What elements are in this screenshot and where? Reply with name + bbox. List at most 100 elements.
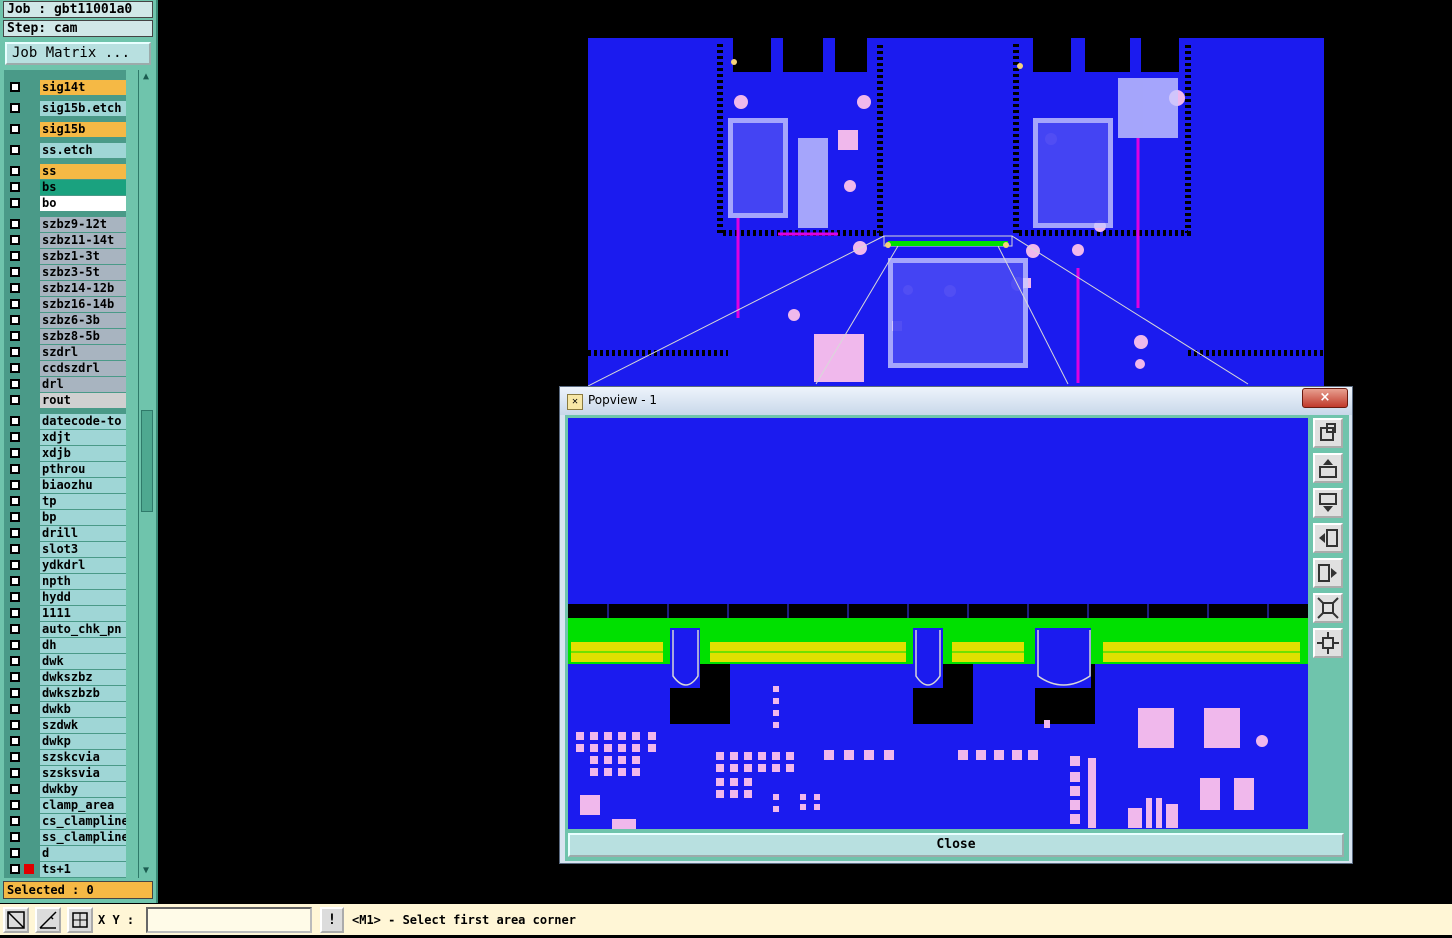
layer-row[interactable]: sig15b.etch bbox=[4, 101, 126, 117]
pan-up-icon[interactable] bbox=[1313, 453, 1343, 483]
layer-name[interactable]: ss.etch bbox=[40, 143, 126, 158]
layer-row[interactable]: dwkb bbox=[4, 702, 126, 718]
layer-name[interactable]: dwkszbz bbox=[40, 670, 126, 685]
layer-checkbox[interactable] bbox=[10, 576, 20, 586]
scroll-thumb[interactable] bbox=[141, 410, 153, 512]
layer-row[interactable]: datecode-to bbox=[4, 414, 126, 430]
layer-checkbox[interactable] bbox=[10, 496, 20, 506]
layer-checkbox[interactable] bbox=[10, 283, 20, 293]
layer-checkbox[interactable] bbox=[10, 198, 20, 208]
layer-checkbox[interactable] bbox=[10, 624, 20, 634]
layer-row[interactable]: ts+1 bbox=[4, 862, 126, 878]
layer-checkbox[interactable] bbox=[10, 395, 20, 405]
layer-row[interactable]: dwkszbz bbox=[4, 670, 126, 686]
layer-name[interactable]: pthrou bbox=[40, 462, 126, 477]
layer-name[interactable]: dwk bbox=[40, 654, 126, 669]
grid-icon[interactable] bbox=[67, 907, 93, 933]
layer-name[interactable]: szbz16-14b bbox=[40, 297, 126, 312]
layer-row[interactable]: dwkp bbox=[4, 734, 126, 750]
layer-name[interactable]: ts+1 bbox=[40, 862, 126, 877]
zoom-in-icon[interactable] bbox=[1313, 418, 1343, 448]
layer-name[interactable]: szsksvia bbox=[40, 766, 126, 781]
measure-icon[interactable] bbox=[35, 907, 61, 933]
layer-name[interactable]: ccdszdrl bbox=[40, 361, 126, 376]
layer-name[interactable]: ydkdrl bbox=[40, 558, 126, 573]
layer-checkbox[interactable] bbox=[10, 752, 20, 762]
layer-row[interactable]: dwkby bbox=[4, 782, 126, 798]
layer-row[interactable]: dwk bbox=[4, 654, 126, 670]
layer-row[interactable]: ccdszdrl bbox=[4, 361, 126, 377]
layer-checkbox[interactable] bbox=[10, 267, 20, 277]
layer-name[interactable]: sig15b.etch bbox=[40, 101, 126, 116]
layer-row[interactable]: dwkszbzb bbox=[4, 686, 126, 702]
layer-name[interactable]: drill bbox=[40, 526, 126, 541]
layer-name[interactable]: szbz8-5b bbox=[40, 329, 126, 344]
layer-row[interactable]: szbz1-3t bbox=[4, 249, 126, 265]
layer-checkbox[interactable] bbox=[10, 363, 20, 373]
layer-checkbox[interactable] bbox=[10, 347, 20, 357]
layer-name[interactable]: tp bbox=[40, 494, 126, 509]
layer-list-scrollbar[interactable]: ▲ ▼ bbox=[138, 70, 153, 878]
layer-checkbox[interactable] bbox=[10, 608, 20, 618]
layer-name[interactable]: rout bbox=[40, 393, 126, 408]
layer-name[interactable]: szbz3-5t bbox=[40, 265, 126, 280]
layer-checkbox[interactable] bbox=[10, 145, 20, 155]
popview-canvas[interactable] bbox=[568, 418, 1308, 829]
layer-checkbox[interactable] bbox=[10, 124, 20, 134]
layer-row[interactable]: szbz8-5b bbox=[4, 329, 126, 345]
layer-row[interactable]: tp bbox=[4, 494, 126, 510]
xy-input[interactable] bbox=[146, 907, 312, 933]
layer-row[interactable]: szbz9-12t bbox=[4, 217, 126, 233]
layer-checkbox[interactable] bbox=[10, 768, 20, 778]
layer-checkbox[interactable] bbox=[10, 235, 20, 245]
layer-row[interactable]: szbz6-3b bbox=[4, 313, 126, 329]
layer-name[interactable]: dwkp bbox=[40, 734, 126, 749]
layer-row[interactable]: szbz16-14b bbox=[4, 297, 126, 313]
layer-checkbox[interactable] bbox=[10, 182, 20, 192]
popview-titlebar[interactable]: ✕ Popview - 1 × bbox=[560, 387, 1352, 415]
layer-name[interactable]: sig14t bbox=[40, 80, 126, 95]
layer-name[interactable]: auto_chk_pn bbox=[40, 622, 126, 637]
layer-name[interactable]: szdrl bbox=[40, 345, 126, 360]
layer-name[interactable]: npth bbox=[40, 574, 126, 589]
layer-checkbox[interactable] bbox=[10, 315, 20, 325]
layer-name[interactable]: drl bbox=[40, 377, 126, 392]
layer-name[interactable]: bo bbox=[40, 196, 126, 211]
layer-row[interactable]: 1111 bbox=[4, 606, 126, 622]
layer-checkbox[interactable] bbox=[10, 592, 20, 602]
close-button[interactable]: Close bbox=[568, 833, 1344, 857]
layer-name[interactable]: ss_clampline bbox=[40, 830, 126, 845]
layer-checkbox[interactable] bbox=[10, 688, 20, 698]
layer-row[interactable]: ydkdrl bbox=[4, 558, 126, 574]
layer-name[interactable]: 1111 bbox=[40, 606, 126, 621]
layer-row[interactable]: szbz3-5t bbox=[4, 265, 126, 281]
layer-name[interactable]: cs_clampline bbox=[40, 814, 126, 829]
layer-row[interactable]: szdwk bbox=[4, 718, 126, 734]
layer-name[interactable]: szbz9-12t bbox=[40, 217, 126, 232]
layer-checkbox[interactable] bbox=[10, 800, 20, 810]
layer-checkbox[interactable] bbox=[10, 512, 20, 522]
layer-checkbox[interactable] bbox=[10, 864, 20, 874]
layer-name[interactable]: szbz1-3t bbox=[40, 249, 126, 264]
layer-checkbox[interactable] bbox=[10, 251, 20, 261]
layer-name[interactable]: slot3 bbox=[40, 542, 126, 557]
layer-row[interactable]: hydd bbox=[4, 590, 126, 606]
pan-left-icon[interactable] bbox=[1313, 523, 1343, 553]
layer-checkbox[interactable] bbox=[10, 219, 20, 229]
layer-row[interactable]: drl bbox=[4, 377, 126, 393]
layer-name[interactable]: dh bbox=[40, 638, 126, 653]
layer-checkbox[interactable] bbox=[10, 816, 20, 826]
pan-down-icon[interactable] bbox=[1313, 488, 1343, 518]
layer-name[interactable]: szdwk bbox=[40, 718, 126, 733]
layer-row[interactable]: dh bbox=[4, 638, 126, 654]
layer-checkbox[interactable] bbox=[10, 416, 20, 426]
layer-checkbox[interactable] bbox=[10, 736, 20, 746]
layer-checkbox[interactable] bbox=[10, 464, 20, 474]
layer-row[interactable]: szbz11-14t bbox=[4, 233, 126, 249]
layer-row[interactable]: szskcvia bbox=[4, 750, 126, 766]
layer-checkbox[interactable] bbox=[10, 832, 20, 842]
layer-checkbox[interactable] bbox=[10, 480, 20, 490]
layer-row[interactable]: cs_clampline bbox=[4, 814, 126, 830]
layer-name[interactable]: szskcvia bbox=[40, 750, 126, 765]
layer-name[interactable]: ss bbox=[40, 164, 126, 179]
